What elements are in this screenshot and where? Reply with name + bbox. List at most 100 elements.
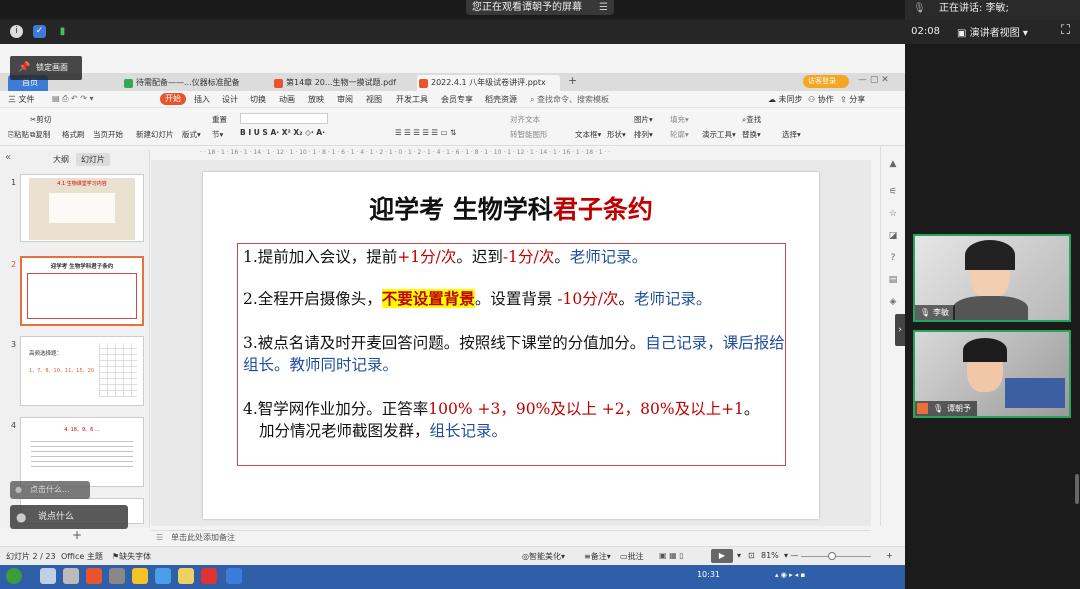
current-slide[interactable]: 迎学考 生物学科君子条约 1.提前加入会议，提前+1分/次。迟到-1分/次。老师…: [203, 172, 819, 519]
paragraph-align-buttons[interactable]: ☰ ☰ ☰ ☰ ☰ ▭ ⇅: [395, 128, 456, 137]
view-mode-buttons[interactable]: ▣ ▦ ▯: [659, 551, 684, 560]
taskbar-app-icon[interactable]: [86, 568, 102, 584]
tab-document-active[interactable]: 2022.4.1 八年级试卷讲评.pptx: [417, 75, 560, 91]
expand-panel-icon[interactable]: ›: [895, 314, 905, 346]
file-menu[interactable]: 三 文件: [8, 94, 35, 105]
text-box-button[interactable]: 文本框▾: [575, 129, 601, 140]
quick-access-icons[interactable]: ▤ ⎙ ↶ ↷ ▾: [52, 94, 94, 104]
new-slide-button[interactable]: 新建幻灯片: [136, 129, 174, 140]
reset-button[interactable]: 重置: [212, 114, 227, 125]
tab-review[interactable]: 审阅: [337, 94, 353, 105]
info-icon[interactable]: i: [10, 25, 23, 38]
format-painter-button[interactable]: 格式刷: [62, 129, 85, 140]
copy-button[interactable]: ⧉复制: [30, 129, 50, 140]
sidebar-tool-icon[interactable]: ▲: [887, 158, 899, 170]
signal-icon[interactable]: ▮: [56, 25, 69, 38]
tab-developer[interactable]: 开发工具: [396, 94, 428, 105]
visitor-login-button[interactable]: 访客登录: [803, 75, 849, 88]
command-search[interactable]: ⌕ 查找命令、搜索模板: [530, 94, 609, 105]
tab-outline[interactable]: 大纲: [48, 153, 74, 166]
tab-insert[interactable]: 插入: [194, 94, 210, 105]
shape-icon[interactable]: ◪: [887, 230, 899, 242]
start-button-icon[interactable]: [6, 568, 22, 584]
tab-document-1[interactable]: 待需配备——...仪器标准配备: [122, 75, 267, 91]
tab-design[interactable]: 设计: [222, 94, 238, 105]
notes-button[interactable]: ≡备注▾: [584, 551, 611, 562]
play-slideshow-button[interactable]: ▶: [711, 549, 733, 563]
taskbar-app-icon[interactable]: [40, 568, 56, 584]
zoom-in-button[interactable]: +: [886, 551, 893, 560]
tab-slides[interactable]: 幻灯片: [76, 153, 110, 166]
zoom-out-button[interactable]: ▾ —: [784, 551, 799, 560]
notes-pane[interactable]: ☰ 单击此处添加备注: [151, 530, 871, 545]
tab-start[interactable]: 开始: [160, 93, 186, 105]
taskbar-app-icon[interactable]: [132, 568, 148, 584]
taskbar-app-icon[interactable]: [226, 568, 242, 584]
missing-font-button[interactable]: ⚑缺失字体: [112, 551, 151, 562]
system-tray-icons[interactable]: ▴ ◉ ▸ ◂ ▪: [775, 571, 805, 579]
present-tools-button[interactable]: 演示工具▾: [702, 129, 736, 140]
play-dropdown-icon[interactable]: ▾: [737, 551, 741, 560]
sync-status[interactable]: ☁ 未同步: [768, 94, 803, 105]
comment-button[interactable]: ▭批注: [620, 551, 644, 562]
from-current-button[interactable]: 当页开始: [93, 129, 123, 140]
beautify-button[interactable]: ◎智能美化▾: [522, 551, 565, 562]
panel-scrollbar[interactable]: [1075, 474, 1079, 504]
zoom-slider[interactable]: [801, 556, 871, 557]
section-button[interactable]: 节▾: [212, 129, 223, 140]
animation-icon[interactable]: ☆: [887, 208, 899, 220]
media-icon[interactable]: ▤: [887, 274, 899, 286]
new-tab-icon[interactable]: +: [568, 74, 577, 87]
adjust-icon[interactable]: ⚟: [887, 186, 899, 198]
tab-document-2[interactable]: 第14章 20...生物一摸试题.pdf: [272, 75, 412, 91]
smart-graphic-button[interactable]: 转智能图形: [510, 129, 548, 140]
layout-button[interactable]: 版式▾: [182, 129, 201, 140]
tab-view[interactable]: 视图: [366, 94, 382, 105]
outline-button[interactable]: 轮廓▾: [670, 129, 689, 140]
font-style-buttons[interactable]: B I U S A· X² X₂ ◇· A·: [240, 128, 325, 137]
shape-button[interactable]: 形状▾: [607, 129, 626, 140]
tab-member[interactable]: 会员专享: [441, 94, 473, 105]
tab-docer[interactable]: 稻壳资源: [485, 94, 517, 105]
replace-button[interactable]: 替换▾: [742, 129, 761, 140]
help-icon[interactable]: ?: [887, 252, 899, 264]
zoom-slider-handle[interactable]: [828, 552, 836, 560]
find-button[interactable]: ⌕查找: [742, 114, 761, 125]
rules-text-box[interactable]: 1.提前加入会议，提前+1分/次。迟到-1分/次。老师记录。 2.全程开启摄像头…: [237, 243, 786, 466]
slide-thumbnail-3[interactable]: 高频选择题： 1、7、8、10、11、15、20: [20, 336, 144, 406]
slide-thumbnail-4[interactable]: 4. 18、9、6 ...: [20, 417, 144, 487]
wps-taskbar-icon[interactable]: [201, 568, 217, 584]
taskbar-app-icon[interactable]: [155, 568, 171, 584]
add-slide-icon[interactable]: +: [72, 528, 82, 542]
taskbar-app-icon[interactable]: [178, 568, 194, 584]
arrange-button[interactable]: 排列▾: [634, 129, 653, 140]
slide-thumbnail-1[interactable]: 4.1 生物课堂学习内容: [20, 174, 144, 242]
select-button[interactable]: 选择▾: [782, 129, 801, 140]
fill-button[interactable]: 填充▾: [670, 114, 689, 125]
cut-button[interactable]: ✂剪切: [30, 114, 51, 125]
video-tile-2[interactable]: 🎙 谭朝予: [913, 330, 1071, 418]
picture-button[interactable]: 图片▾: [634, 114, 653, 125]
taskbar-app-icon[interactable]: [109, 568, 125, 584]
tab-slideshow[interactable]: 放映: [308, 94, 324, 105]
shield-icon[interactable]: ✓: [33, 25, 46, 38]
chat-input-overlay[interactable]: ● 点击什么...: [10, 481, 90, 499]
menu-icon[interactable]: ☰: [599, 0, 608, 15]
taskbar-app-icon[interactable]: [63, 568, 79, 584]
location-icon[interactable]: ◈: [887, 296, 899, 308]
video-tile-1[interactable]: 🎙 李敏: [913, 234, 1071, 322]
tab-transition[interactable]: 切换: [250, 94, 266, 105]
speaker-view-button[interactable]: ▣ 演讲者视图 ▾: [957, 24, 1028, 39]
paste-button[interactable]: ⎘粘贴: [8, 129, 29, 140]
lock-screen-button[interactable]: 📌 锁定画面: [10, 56, 82, 80]
chat-input-box[interactable]: ● 说点什么: [10, 505, 128, 529]
fullscreen-icon[interactable]: ⛶: [1061, 23, 1070, 38]
font-name-select[interactable]: [240, 113, 328, 124]
collaborate-button[interactable]: ⚇ 协作: [808, 94, 834, 105]
slide-thumbnail-2[interactable]: 迎学考 生物学科君子条约: [20, 256, 144, 326]
window-controls[interactable]: — ▢ ✕: [858, 75, 889, 85]
tab-animation[interactable]: 动画: [279, 94, 295, 105]
collapse-panel-icon[interactable]: «: [5, 152, 11, 163]
share-button[interactable]: ⇪ 分享: [840, 94, 865, 105]
fit-window-icon[interactable]: ⊡: [748, 551, 755, 560]
